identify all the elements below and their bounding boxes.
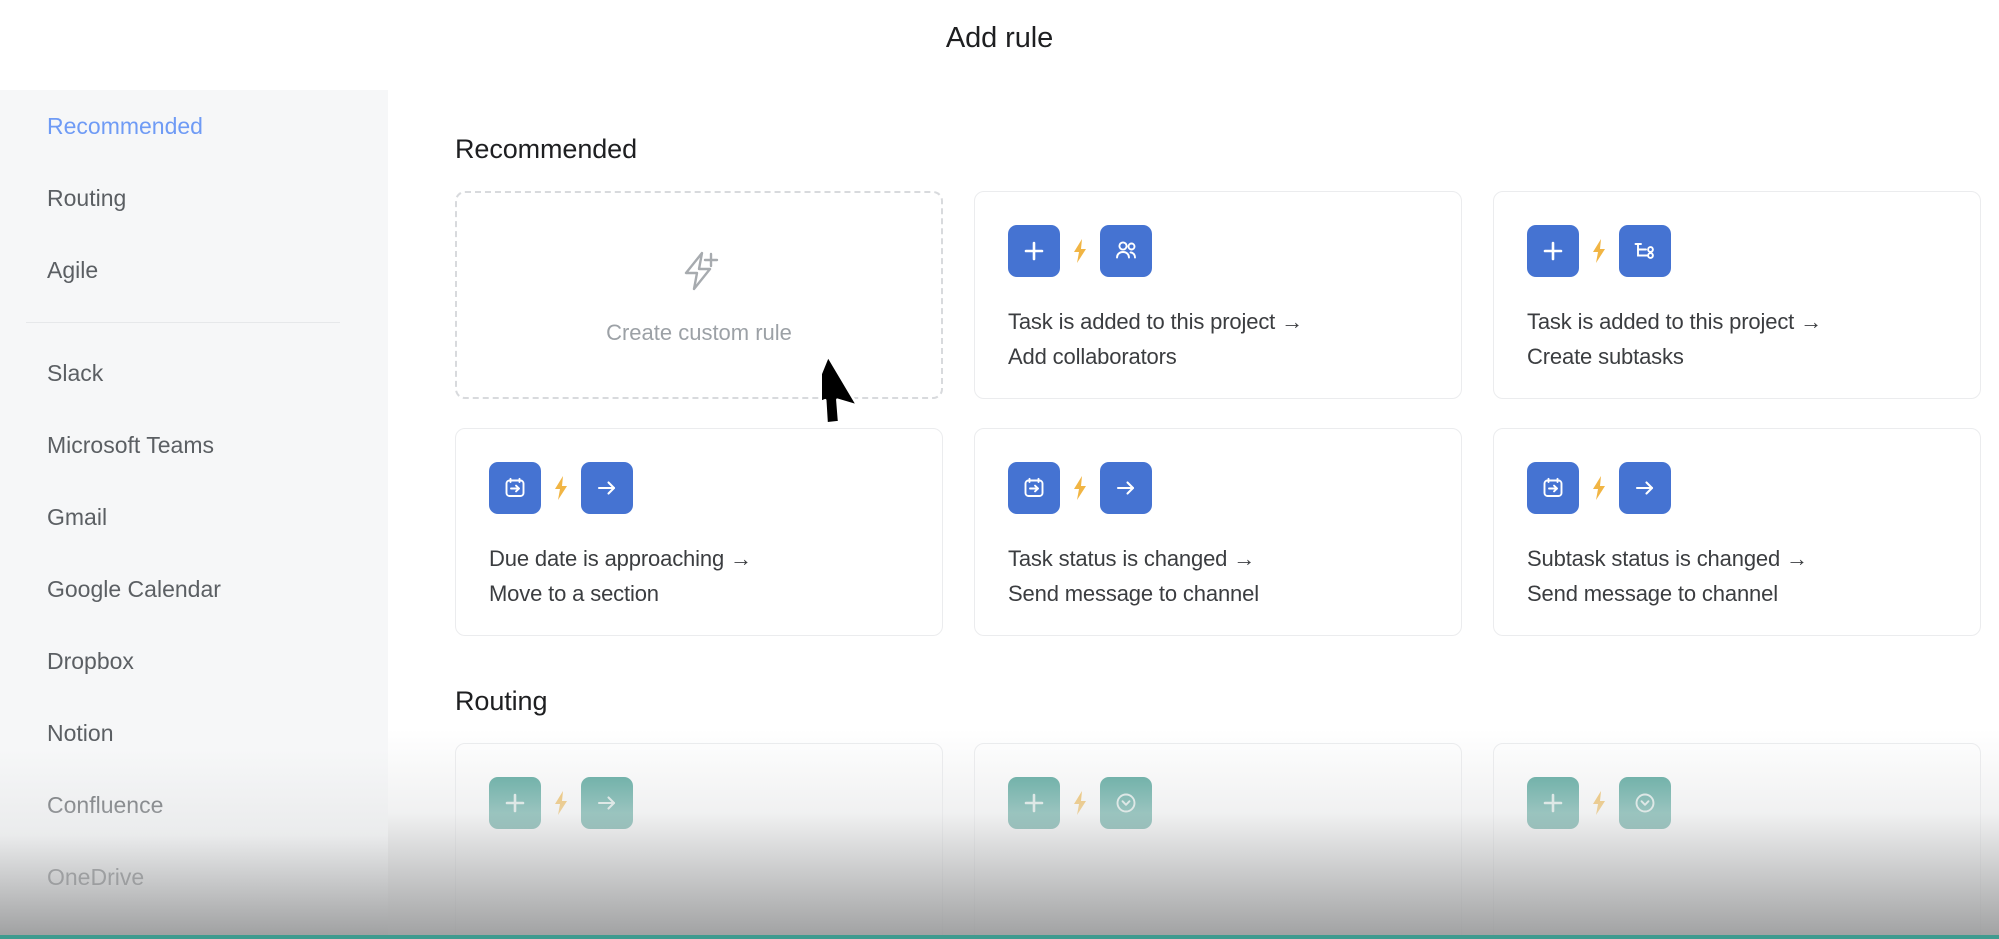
- sidebar[interactable]: Recommended Routing Agile Slack Microsof…: [0, 90, 388, 939]
- sidebar-item-microsoft-teams[interactable]: Microsoft Teams: [0, 409, 388, 481]
- rule-icon-row: [489, 462, 942, 514]
- rule-action-text: Send message to channel: [1527, 576, 1980, 611]
- rule-icon-row: [1527, 777, 1980, 829]
- rule-template-card[interactable]: [1493, 743, 1981, 939]
- lightning-bolt-icon: [1069, 788, 1091, 818]
- sidebar-item-label: Google Calendar: [47, 576, 221, 603]
- arrow-right-icon: [581, 777, 633, 829]
- rule-template-panel[interactable]: Recommended Create custom rule: [388, 90, 1999, 939]
- create-custom-rule-label: Create custom rule: [606, 320, 792, 346]
- rule-template-card[interactable]: Subtask status is changed → Send message…: [1493, 428, 1981, 636]
- plus-icon: [1527, 777, 1579, 829]
- rule-icon-row: [1527, 462, 1980, 514]
- calendar-arrow-icon: [489, 462, 541, 514]
- plus-icon: [1008, 225, 1060, 277]
- lightning-bolt-icon: [1069, 473, 1091, 503]
- rule-template-card[interactable]: [974, 743, 1462, 939]
- dialog-header: Add rule: [0, 0, 1999, 90]
- lightning-bolt-icon: [1588, 788, 1610, 818]
- rule-icon-row: [1008, 225, 1461, 277]
- lightning-plus-icon: [673, 245, 725, 302]
- section-heading-routing: Routing: [455, 686, 1932, 717]
- rule-template-card[interactable]: [455, 743, 943, 939]
- chevron-circle-icon: [1619, 777, 1671, 829]
- sidebar-item-label: Confluence: [47, 792, 163, 819]
- rule-trigger-text: Task is added to this project →: [1527, 309, 1822, 334]
- plus-icon: [1527, 225, 1579, 277]
- lightning-bolt-icon: [550, 788, 572, 818]
- sidebar-item-gmail[interactable]: Gmail: [0, 481, 388, 553]
- sidebar-item-label: Notion: [47, 720, 113, 747]
- arrow-right-icon: [1619, 462, 1671, 514]
- add-rule-dialog: Add rule Recommended Routing Agile Slack…: [0, 0, 1999, 939]
- rule-action-text: Add collaborators: [1008, 339, 1461, 374]
- section-heading-recommended: Recommended: [455, 134, 1932, 165]
- sidebar-item-onedrive[interactable]: OneDrive: [0, 841, 388, 913]
- calendar-arrow-icon: [1008, 462, 1060, 514]
- bottom-accent-strip: [0, 935, 1999, 939]
- rule-icon-row: [1008, 777, 1461, 829]
- rule-template-scroll: Recommended Create custom rule: [388, 90, 1999, 939]
- create-custom-rule-card[interactable]: Create custom rule: [455, 191, 943, 399]
- rule-action-text: Send message to channel: [1008, 576, 1461, 611]
- sidebar-item-label: Microsoft Teams: [47, 432, 214, 459]
- sidebar-divider: [26, 322, 340, 323]
- plus-icon: [1008, 777, 1060, 829]
- sidebar-item-google-calendar[interactable]: Google Calendar: [0, 553, 388, 625]
- rule-trigger-text: Due date is approaching →: [489, 546, 752, 571]
- rule-action-text: Move to a section: [489, 576, 942, 611]
- sidebar-item-label: Routing: [47, 185, 126, 212]
- rule-template-text: Task is added to this project → Create s…: [1527, 304, 1980, 374]
- rule-template-text: Task status is changed → Send message to…: [1008, 541, 1461, 611]
- rule-action-text: Create subtasks: [1527, 339, 1980, 374]
- sidebar-item-confluence[interactable]: Confluence: [0, 769, 388, 841]
- sidebar-item-dropbox[interactable]: Dropbox: [0, 625, 388, 697]
- sidebar-list: Recommended Routing Agile Slack Microsof…: [0, 90, 388, 913]
- rule-icon-row: [489, 777, 942, 829]
- rule-template-text: Subtask status is changed → Send message…: [1527, 541, 1980, 611]
- rule-template-text: Task is added to this project → Add coll…: [1008, 304, 1461, 374]
- rule-template-card[interactable]: Task status is changed → Send message to…: [974, 428, 1462, 636]
- page-title: Add rule: [0, 22, 1999, 55]
- lightning-bolt-icon: [1069, 236, 1091, 266]
- people-icon: [1100, 225, 1152, 277]
- lightning-bolt-icon: [1588, 236, 1610, 266]
- sidebar-item-label: Gmail: [47, 504, 107, 531]
- rule-template-card[interactable]: Due date is approaching → Move to a sect…: [455, 428, 943, 636]
- routing-card-grid: [455, 743, 1932, 939]
- rule-icon-row: [1008, 462, 1461, 514]
- subtasks-icon: [1619, 225, 1671, 277]
- sidebar-item-recommended[interactable]: Recommended: [0, 90, 388, 162]
- lightning-bolt-icon: [550, 473, 572, 503]
- rule-template-card[interactable]: Task is added to this project → Add coll…: [974, 191, 1462, 399]
- sidebar-item-agile[interactable]: Agile: [0, 234, 388, 306]
- chevron-circle-icon: [1100, 777, 1152, 829]
- sidebar-item-label: Dropbox: [47, 648, 134, 675]
- sidebar-item-label: Slack: [47, 360, 103, 387]
- rule-icon-row: [1527, 225, 1980, 277]
- rule-trigger-text: Subtask status is changed →: [1527, 546, 1808, 571]
- arrow-right-icon: [581, 462, 633, 514]
- rule-trigger-text: Task is added to this project →: [1008, 309, 1303, 334]
- sidebar-item-routing[interactable]: Routing: [0, 162, 388, 234]
- rule-template-text: Due date is approaching → Move to a sect…: [489, 541, 942, 611]
- plus-icon: [489, 777, 541, 829]
- rule-template-card[interactable]: Task is added to this project → Create s…: [1493, 191, 1981, 399]
- recommended-card-grid: Create custom rule: [455, 191, 1932, 636]
- lightning-bolt-icon: [1588, 473, 1610, 503]
- sidebar-item-label: Recommended: [47, 113, 203, 140]
- sidebar-item-notion[interactable]: Notion: [0, 697, 388, 769]
- rule-trigger-text: Task status is changed →: [1008, 546, 1255, 571]
- arrow-right-icon: [1100, 462, 1152, 514]
- sidebar-item-label: Agile: [47, 257, 98, 284]
- calendar-arrow-icon: [1527, 462, 1579, 514]
- sidebar-item-label: OneDrive: [47, 864, 144, 891]
- sidebar-item-slack[interactable]: Slack: [0, 337, 388, 409]
